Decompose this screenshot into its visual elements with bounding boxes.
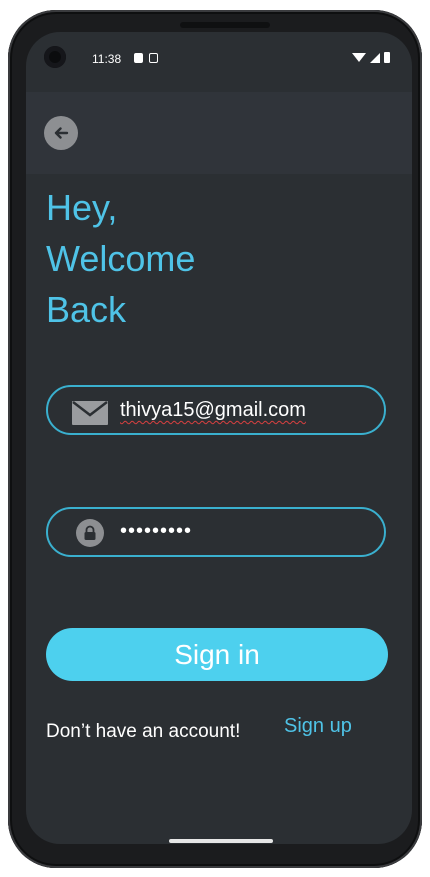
screenshot-icon <box>149 53 158 63</box>
wifi-icon <box>352 53 366 62</box>
welcome-line-2: Welcome <box>46 238 196 279</box>
status-bar: 11:38 <box>26 32 412 92</box>
notification-icons <box>134 53 158 63</box>
signal-icon <box>370 52 380 63</box>
sd-card-icon <box>134 53 143 63</box>
welcome-line-3: Back <box>46 289 127 330</box>
password-input[interactable] <box>48 509 388 557</box>
phone-top-bezel <box>180 22 270 28</box>
home-indicator[interactable] <box>169 839 273 843</box>
battery-icon <box>384 52 390 63</box>
arrow-left-icon <box>54 127 69 139</box>
status-time: 11:38 <box>92 52 122 66</box>
back-button[interactable] <box>44 116 78 150</box>
app-bar <box>26 92 412 174</box>
password-field[interactable]: ••••••••• <box>46 507 388 557</box>
app-screen: 11:38 Hey, Welcome Back thivya15@gmail.c… <box>26 32 412 844</box>
sign-in-button[interactable]: Sign in <box>46 628 388 681</box>
welcome-title: Hey, Welcome Back <box>46 182 195 335</box>
system-icons <box>352 52 390 63</box>
email-field[interactable]: thivya15@gmail.com <box>46 385 388 435</box>
no-account-prompt: Don’t have an account! <box>46 721 241 742</box>
email-input[interactable] <box>48 387 388 435</box>
welcome-line-1: Hey, <box>46 187 118 228</box>
sign-up-link[interactable]: Sign up <box>284 715 352 738</box>
camera-cutout <box>44 46 66 68</box>
